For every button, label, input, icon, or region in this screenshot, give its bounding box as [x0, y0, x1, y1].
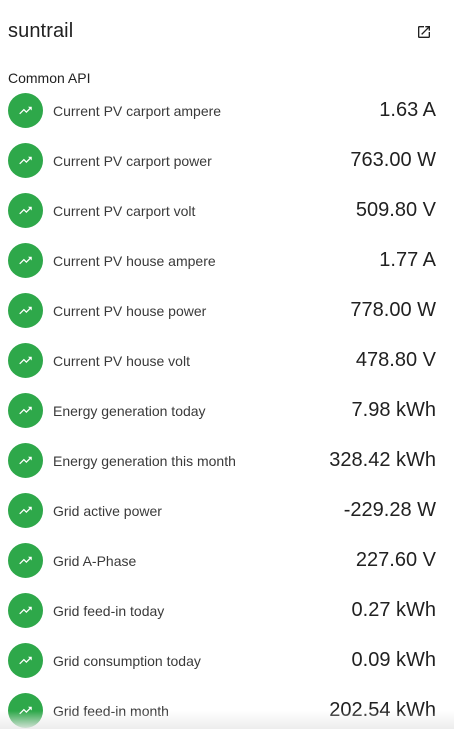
entity-value: 202.54 kWh [329, 699, 436, 721]
entity-value: 7.98 kWh [351, 399, 436, 421]
entity-value: 227.60 V [355, 549, 436, 571]
entity-badge [8, 343, 43, 378]
entity-label: Grid feed-in today [53, 603, 165, 619]
trending-up-icon [19, 656, 32, 665]
entity-label: Current PV house ampere [53, 253, 216, 269]
entity-row[interactable]: Grid feed-in today 0.27 kWh [0, 585, 454, 635]
entity-value: 1.77 A [379, 249, 436, 271]
entity-label: Current PV house volt [53, 353, 190, 369]
trending-up-icon [19, 256, 32, 265]
entity-badge [8, 293, 43, 328]
entity-label: Grid active power [53, 503, 162, 519]
open-in-new-button[interactable] [410, 18, 438, 46]
entity-row[interactable]: Current PV house volt 478.80 V [0, 335, 454, 385]
trending-up-icon [19, 706, 32, 715]
entity-row[interactable]: Energy generation today 7.98 kWh [0, 385, 454, 435]
entity-label: Energy generation this month [53, 453, 236, 469]
trending-up-icon [19, 606, 32, 615]
entity-badge [8, 643, 43, 678]
entity-value: 328.42 kWh [329, 449, 436, 471]
trending-up-icon [19, 156, 32, 165]
entity-badge [8, 543, 43, 578]
trending-up-icon [19, 506, 32, 515]
entity-badge [8, 443, 43, 478]
entity-label: Current PV carport volt [53, 203, 196, 219]
entity-badge [8, 93, 43, 128]
entity-row[interactable]: Grid active power -229.28 W [0, 485, 454, 535]
entity-label: Energy generation today [53, 403, 206, 419]
entity-badge [8, 143, 43, 178]
entity-badge [8, 693, 43, 728]
entity-badge [8, 193, 43, 228]
entity-list: Current PV carport ampere 1.63 A Current… [0, 85, 454, 729]
entity-badge [8, 393, 43, 428]
entity-value: -229.28 W [343, 499, 436, 521]
trending-up-icon [19, 406, 32, 415]
entity-value: 478.80 V [355, 349, 436, 371]
entity-value: 0.09 kWh [351, 649, 436, 671]
entity-badge [8, 593, 43, 628]
entity-row[interactable]: Current PV carport volt 509.80 V [0, 185, 454, 235]
trending-up-icon [19, 356, 32, 365]
entity-value: 1.63 A [379, 99, 436, 121]
card-header: suntrail [0, 0, 454, 66]
entity-label: Current PV house power [53, 303, 207, 319]
entity-value: 778.00 W [350, 299, 436, 321]
entity-badge [8, 243, 43, 278]
open-in-new-icon [418, 26, 430, 38]
trending-up-icon [19, 206, 32, 215]
entity-label: Current PV carport ampere [53, 103, 222, 119]
entity-badge [8, 493, 43, 528]
entity-value: 509.80 V [355, 199, 436, 221]
trending-up-icon [19, 556, 32, 565]
entity-label: Grid A-Phase [53, 553, 137, 569]
entity-row[interactable]: Grid consumption today 0.09 kWh [0, 635, 454, 685]
entity-row[interactable]: Current PV carport power 763.00 W [0, 135, 454, 185]
section-label: Common API [8, 70, 91, 86]
trending-up-icon [19, 106, 32, 115]
entity-label: Grid feed-in month [53, 703, 169, 719]
trending-up-icon [19, 306, 32, 315]
entity-value: 0.27 kWh [351, 599, 436, 621]
entity-row[interactable]: Grid A-Phase 227.60 V [0, 535, 454, 585]
entity-row[interactable]: Current PV carport ampere 1.63 A [0, 85, 454, 135]
entity-label: Grid consumption today [53, 653, 201, 669]
entity-row[interactable]: Energy generation this month 328.42 kWh [0, 435, 454, 485]
entity-label: Current PV carport power [53, 153, 212, 169]
card-title: suntrail [8, 20, 74, 42]
entity-row[interactable]: Current PV house power 778.00 W [0, 285, 454, 335]
entity-value: 763.00 W [350, 149, 436, 171]
trending-up-icon [19, 456, 32, 465]
entity-row[interactable]: Current PV house ampere 1.77 A [0, 235, 454, 285]
entity-row[interactable]: Grid feed-in month 202.54 kWh [0, 685, 454, 729]
